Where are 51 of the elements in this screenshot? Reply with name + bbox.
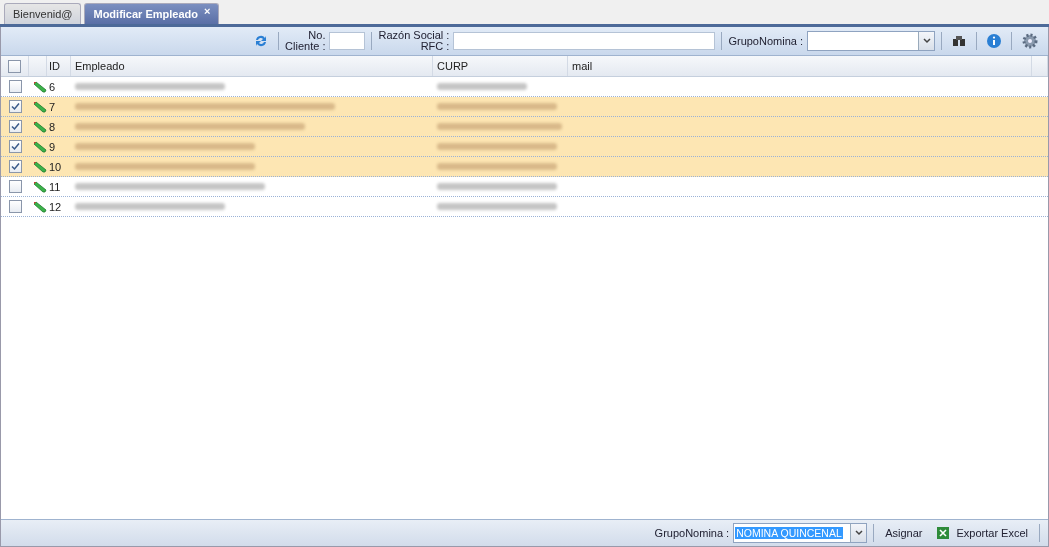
caret-icon[interactable] [854, 530, 863, 536]
field-label: GrupoNomina : [728, 35, 803, 47]
razon-social-field[interactable] [453, 32, 716, 50]
export-excel-button[interactable]: Exportar Excel [931, 524, 1033, 542]
checkbox[interactable] [8, 140, 22, 153]
table-cell-text: 11 [48, 179, 62, 195]
table-row[interactable]: 7 [1, 97, 1048, 117]
pencil-icon[interactable] [33, 100, 47, 113]
checkbox[interactable] [8, 120, 22, 133]
table-row[interactable]: 10 [1, 157, 1048, 177]
checkbox[interactable] [8, 100, 22, 113]
tab[interactable]: Bienvenid@ [4, 3, 82, 24]
client-number-field[interactable] [329, 32, 366, 50]
close-icon[interactable]: × [204, 5, 211, 17]
table-row[interactable]: 9 [1, 137, 1048, 157]
checkbox[interactable] [8, 200, 22, 213]
table-row[interactable]: 8 [1, 117, 1048, 137]
column-header[interactable]: mail [568, 56, 1032, 76]
binoculars-icon[interactable] [951, 33, 967, 49]
checkbox[interactable] [8, 80, 22, 93]
table-cell-text: 6 [48, 79, 57, 95]
field-label: RFC : [420, 41, 450, 52]
caret-icon[interactable] [922, 38, 931, 44]
table-cell-text: 8 [48, 119, 57, 135]
checkbox[interactable] [8, 59, 21, 73]
table-cell-text: 9 [48, 139, 57, 155]
table-cell-text: 7 [48, 99, 57, 115]
field-label: Cliente : [285, 41, 326, 52]
tab[interactable]: Modificar Empleado × [84, 3, 220, 24]
spreadsheet-icon [936, 526, 951, 540]
pencil-icon[interactable] [33, 160, 47, 173]
gear-icon[interactable] [1021, 32, 1039, 50]
table-row[interactable]: 11 [1, 177, 1048, 197]
info-icon[interactable] [986, 33, 1002, 49]
field-label: No. [308, 30, 326, 41]
table-cell-text: 12 [48, 199, 63, 215]
field-label: GrupoNomina : [654, 527, 730, 539]
checkbox[interactable] [8, 180, 22, 193]
column-header[interactable]: ID [47, 56, 71, 76]
assign-button[interactable]: Asignar [880, 525, 928, 541]
pencil-icon[interactable] [33, 80, 47, 93]
column-header[interactable]: CURP [433, 56, 568, 76]
field-label: Razón Social : [378, 30, 450, 41]
pencil-icon[interactable] [33, 180, 47, 193]
pencil-icon[interactable] [33, 120, 47, 133]
column-header[interactable]: Empleado [71, 56, 433, 76]
table-cell-text: 10 [48, 159, 63, 175]
pencil-icon[interactable] [33, 140, 47, 153]
table-row[interactable]: 12 [1, 197, 1048, 217]
checkbox[interactable] [8, 160, 22, 173]
pencil-icon[interactable] [33, 200, 47, 213]
